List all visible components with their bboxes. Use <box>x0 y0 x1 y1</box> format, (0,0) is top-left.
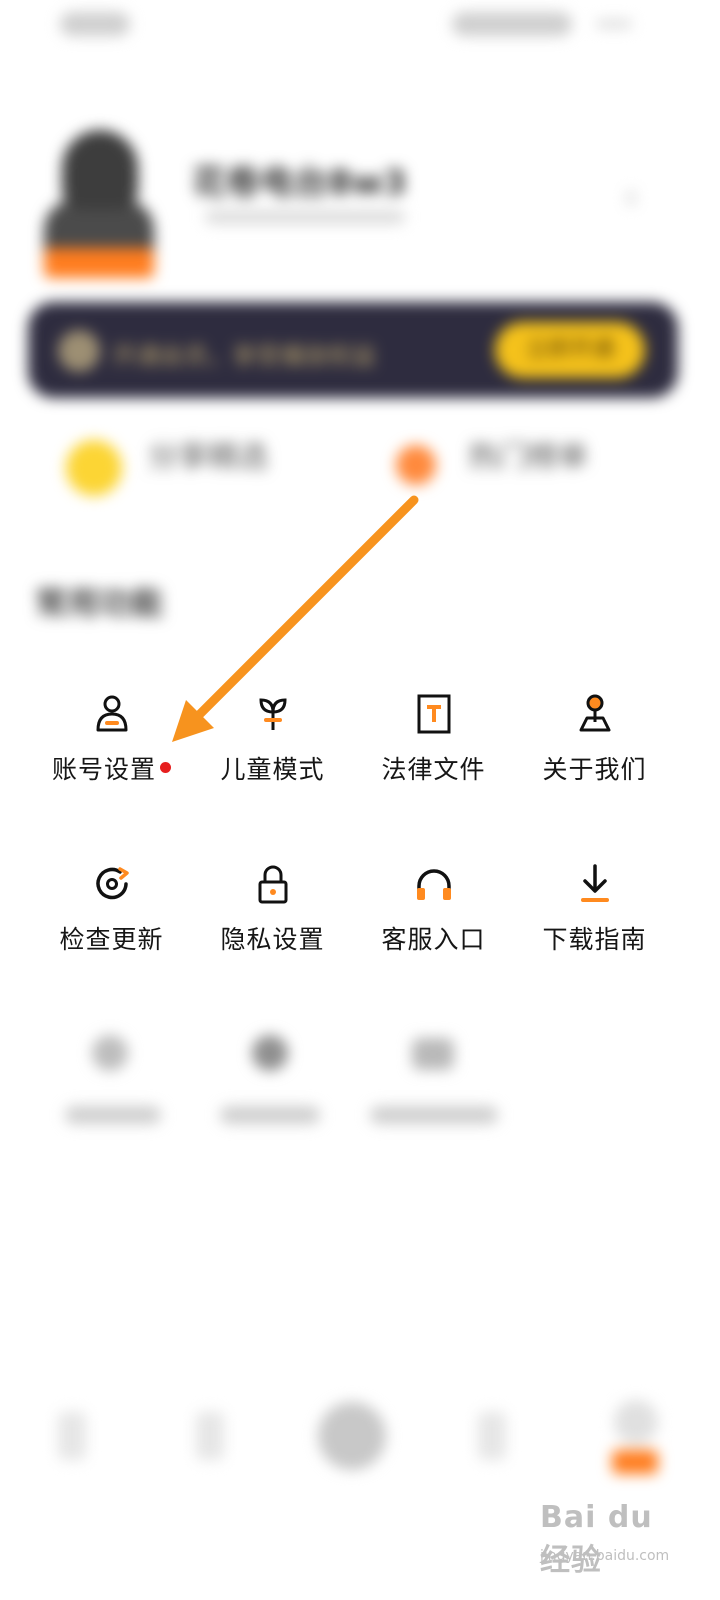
user-icon <box>90 692 134 736</box>
nav-center-button[interactable] <box>318 1402 386 1470</box>
status-bar-right <box>452 12 572 36</box>
nav-message[interactable] <box>478 1412 506 1460</box>
nav-profile[interactable] <box>614 1400 658 1444</box>
legal-documents-button[interactable]: 法律文件 <box>353 692 514 812</box>
watermark-site: jingyan.baidu.com <box>540 1548 670 1564</box>
document-icon <box>412 692 456 736</box>
system-nav-bar <box>200 1518 500 1546</box>
headphones-icon <box>412 862 456 906</box>
function-label[interactable] <box>220 1106 320 1124</box>
vip-banner-text: 开通会员，享受播放权益 <box>112 342 376 370</box>
vip-icon <box>58 330 100 372</box>
refresh-icon <box>90 862 134 906</box>
avatar[interactable] <box>44 130 154 280</box>
fire-icon[interactable] <box>396 445 436 485</box>
function-icon[interactable] <box>412 1038 454 1070</box>
profile-name[interactable]: 花卷电台8w3 <box>192 155 407 204</box>
kids-mode-button[interactable]: 儿童模式 <box>192 692 353 812</box>
legal-documents-label: 法律文件 <box>381 755 486 784</box>
privacy-settings-label: 隐私设置 <box>220 925 325 954</box>
shortcut-label[interactable]: 热门榜单 <box>468 432 588 476</box>
download-guide-button[interactable]: 下载指南 <box>514 862 675 982</box>
customer-service-button[interactable]: 客服入口 <box>353 862 514 982</box>
location-pin-icon <box>573 692 617 736</box>
notification-dot <box>160 762 171 773</box>
vip-open-button[interactable]: 立即开通 <box>495 322 645 378</box>
function-label[interactable] <box>370 1106 498 1124</box>
kids-mode-label: 儿童模式 <box>220 755 325 784</box>
about-us-button[interactable]: 关于我们 <box>514 692 675 812</box>
download-icon <box>573 862 617 906</box>
privacy-settings-button[interactable]: 隐私设置 <box>192 862 353 982</box>
lock-icon <box>251 862 295 906</box>
nav-home[interactable] <box>58 1412 86 1460</box>
sun-icon[interactable] <box>66 440 122 496</box>
sprout-icon <box>251 692 295 736</box>
watermark: Bai du经验 jingyan.baidu.com <box>540 1500 680 1580</box>
check-update-button[interactable]: 检查更新 <box>31 862 192 982</box>
function-icon[interactable] <box>252 1035 288 1071</box>
download-guide-label: 下载指南 <box>542 925 647 954</box>
profile-subtitle <box>205 210 405 224</box>
nav-profile-badge <box>612 1450 658 1474</box>
account-settings-button[interactable]: 账号设置 <box>31 692 192 812</box>
customer-service-label: 客服入口 <box>381 925 486 954</box>
function-icon[interactable] <box>92 1035 128 1071</box>
status-bar-left <box>60 12 130 36</box>
section-title: 常用功能 <box>35 584 164 622</box>
chevron-right-icon[interactable] <box>626 190 636 206</box>
more-icon[interactable] <box>596 20 632 28</box>
account-settings-label: 账号设置 <box>51 755 156 784</box>
about-us-label: 关于我们 <box>542 755 647 784</box>
nav-discover[interactable] <box>196 1412 224 1460</box>
check-update-label: 检查更新 <box>59 925 164 954</box>
shortcut-label[interactable]: 分享精选 <box>148 432 268 476</box>
function-label[interactable] <box>65 1106 161 1124</box>
watermark-brand: Bai du经验 <box>540 1500 653 1578</box>
